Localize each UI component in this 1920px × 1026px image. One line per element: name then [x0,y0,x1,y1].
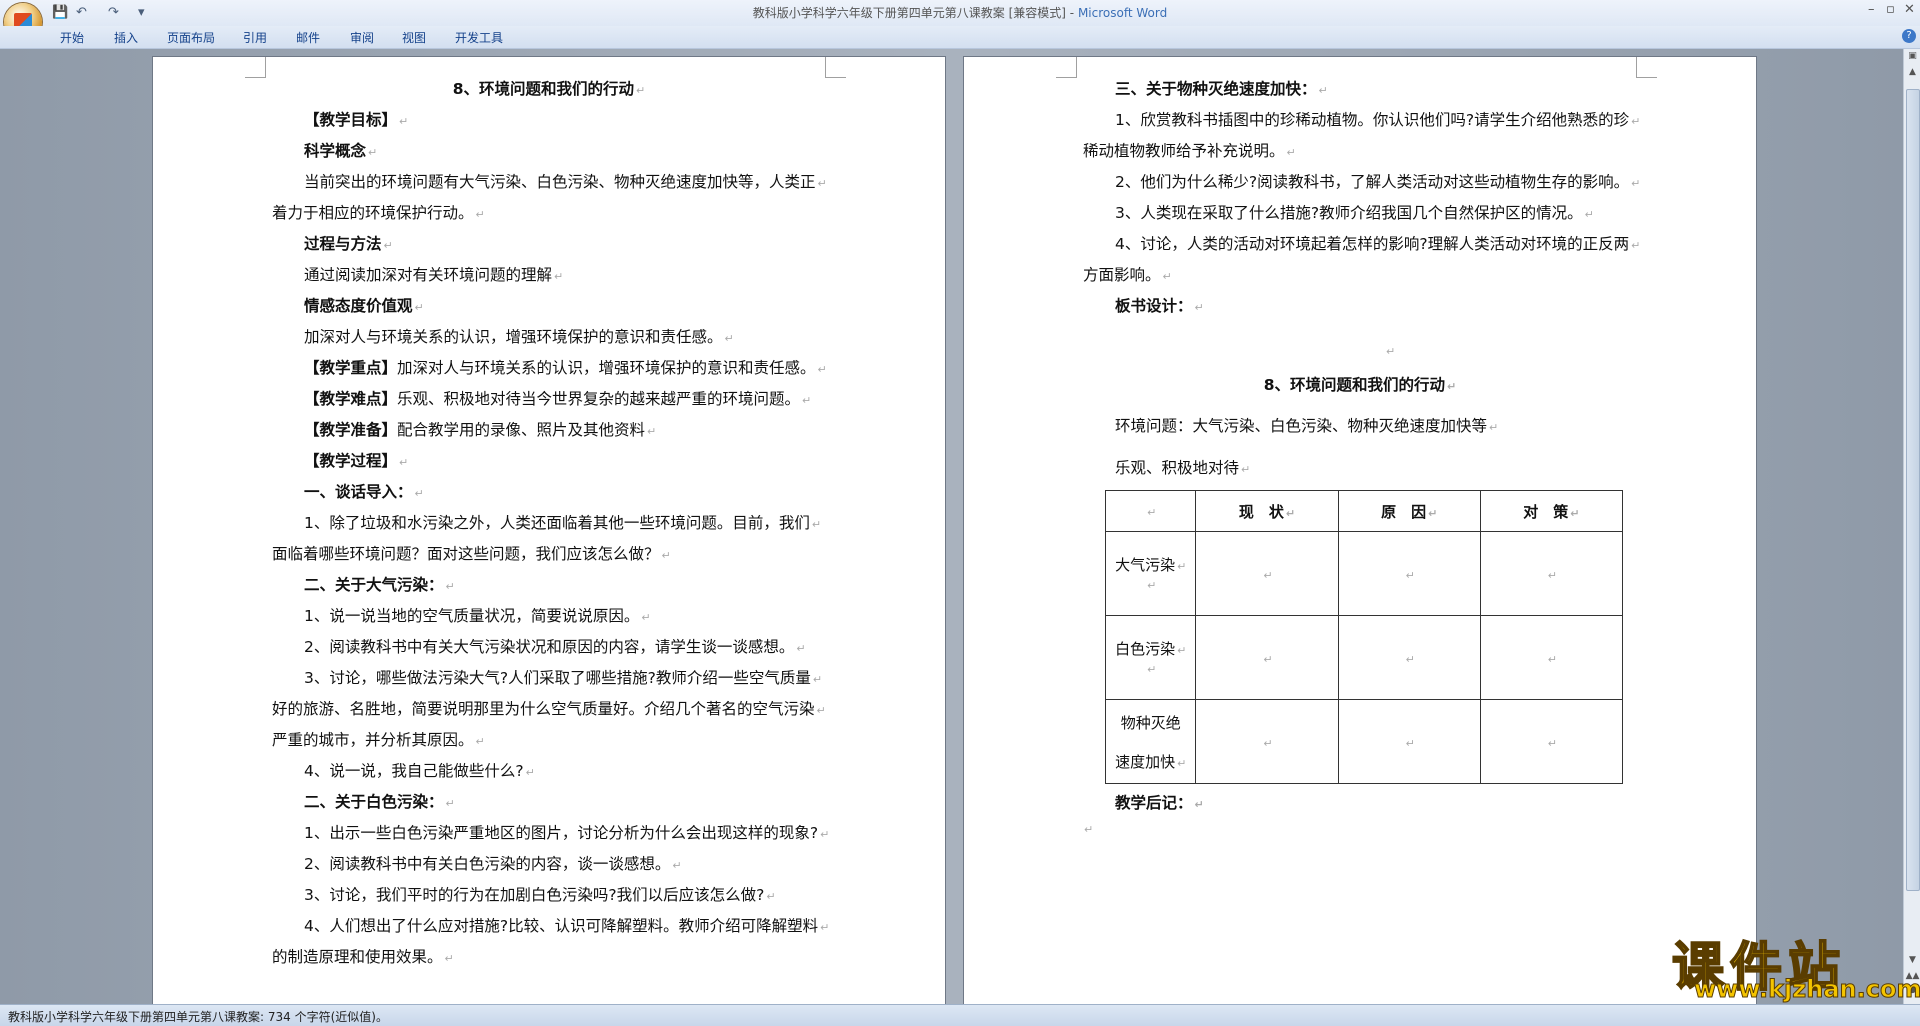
tab-review[interactable]: 审阅 [350,29,374,46]
paragraph-line: 8、环境问题和我们的行动 ↵ [452,80,646,98]
paragraph-line: 2、阅读教科书中有关白色污染的内容，谈一谈感想。 ↵ [304,855,682,873]
crop-mark [825,57,846,78]
title-bar: 教科版小学科学六年级下册第四单元第八课教案 [兼容模式] - Microsoft… [0,0,1920,26]
paragraph-line: 加深对人与环境关系的认识，增强环境保护的意识和责任感。 ↵ [304,328,734,346]
paragraph-line: 着力于相应的环境保护行动。 ↵ [272,204,485,222]
ribbon-tabs: 开始 插入 页面布局 引用 邮件 审阅 视图 开发工具 ? [0,26,1920,49]
ruler-toggle-icon[interactable]: ▣ [1904,51,1920,65]
table-cell[interactable]: ↵ [1337,615,1481,700]
board-line-problems: 环境问题：大气污染、白色污染、物种灭绝速度加快等 ↵ [1115,417,1499,435]
paragraph-line: 面临着哪些环境问题？面对这些问题，我们应该怎么做？ ↵ [272,545,671,563]
paragraph-line: 1、除了垃圾和水污染之外，人类还面临着其他一些环境问题。目前，我们 ↵ [304,514,822,532]
paragraph-line: 一、谈话导入： ↵ [304,483,424,501]
paragraph-line: 1、欣赏教科书插图中的珍稀动植物。你认识他们吗?请学生介绍他熟悉的珍 ↵ [1115,111,1641,129]
scroll-up-icon[interactable]: ▲ [1904,67,1920,81]
table-row: 大气污染 ↵ ↵ ↵ ↵ ↵ [1104,531,1624,616]
paragraph-line: 当前突出的环境问题有大气污染、白色污染、物种灭绝速度加快等，人类正 ↵ [304,173,827,191]
undo-icon[interactable]: ↶ [76,5,87,21]
close-icon[interactable]: ✕ [1904,2,1915,17]
tab-developer[interactable]: 开发工具 [455,29,503,46]
document-page-2[interactable]: 三、关于物种灭绝速度加快： ↵ 1、欣赏教科书插图中的珍稀动植物。你认识他们吗?请学… [964,57,1756,1004]
paragraph-line: 3、讨论，哪些做法污染大气?人们采取了哪些措施?教师介绍一些空气质量 ↵ [304,669,823,687]
crop-mark [1056,57,1077,78]
table-header-cell: ↵ [1104,490,1197,532]
paragraph-line: 3、讨论，我们平时的行为在加剧白色污染吗?我们以后应该怎么做? ↵ [304,886,776,904]
paragraph-line: 1、出示一些白色污染严重地区的图片，讨论分析为什么会出现这样的现象? ↵ [304,824,830,842]
status-bar: 教科版小学科学六年级下册第四单元第八课教案: 734 个字符(近似值)。 [0,1004,1920,1026]
paragraph-line: 【教学准备】配合教学用的录像、照片及其他资料 ↵ [304,421,657,439]
tab-view[interactable]: 视图 [402,29,426,46]
table-cell[interactable]: ↵ [1195,699,1339,784]
tab-page-layout[interactable]: 页面布局 [167,29,215,46]
minimize-icon[interactable]: – [1868,2,1875,17]
paragraph-line: 三、关于物种灭绝速度加快： ↵ [1115,80,1328,98]
paragraph-line: 板书设计： ↵ [1115,297,1204,315]
table-header-cell: 原 因 ↵ [1337,490,1481,532]
paragraph-line: 【教学重点】加深对人与环境关系的认识，增强环境保护的意识和责任感。 ↵ [304,359,827,377]
paragraph-line: 的制造原理和使用效果。 ↵ [272,948,454,966]
customize-icon[interactable]: ▾ [138,5,145,21]
paragraph-line: 科学概念 ↵ [304,142,378,160]
empty-paragraph: ↵ [1084,823,1094,836]
table-row-label: 物种灭绝 速度加快 ↵ [1104,699,1197,784]
table-cell[interactable]: ↵ [1479,615,1624,700]
vertical-scrollbar[interactable]: ▣ ▲ ▼ ▲▲ ● [1903,49,1920,1004]
board-table: ↵ 现 状 ↵ 原 因 ↵ 对 策 ↵ 大气污染 ↵ ↵ ↵ ↵ ↵ 白色污染 ↵ ↵ ↵ ↵… [1104,490,1624,784]
paragraph-line: 4、人们想出了什么应对措施?比较、认识可降解塑料。教师介绍可降解塑料 ↵ [304,917,830,935]
table-cell[interactable]: ↵ [1337,531,1481,616]
table-cell[interactable]: ↵ [1195,615,1339,700]
board-line-attitude: 乐观、积极地对待 ↵ [1115,459,1251,477]
document-page-1[interactable]: 8、环境问题和我们的行动 ↵ 【教学目标】 ↵ 科学概念 ↵ 当前突出的环境问题有大气污染、… [153,57,945,1004]
paragraph-line: 【教学过程】 ↵ [304,452,409,470]
crop-mark [245,57,266,78]
paragraph-line: 3、人类现在采取了什么措施?教师介绍我国几个自然保护区的情况。 ↵ [1115,204,1594,222]
status-text: 教科版小学科学六年级下册第四单元第八课教案: 734 个字符(近似值)。 [8,1010,388,1024]
table-row: 物种灭绝 速度加快 ↵ ↵ ↵ ↵ [1104,699,1624,784]
table-cell[interactable]: ↵ [1337,699,1481,784]
tab-mailings[interactable]: 邮件 [296,29,320,46]
paragraph-line: 4、说一说，我自己能做些什么? ↵ [304,762,535,780]
table-cell[interactable]: ↵ [1479,699,1624,784]
paragraph-line: 4、讨论，人类的活动对环境起着怎样的影响?理解人类活动对环境的正反两 ↵ [1115,235,1641,253]
paragraph-line: 过程与方法 ↵ [304,235,393,253]
tab-home[interactable]: 开始 [60,29,84,46]
postscript-heading: 教学后记： ↵ [1115,794,1204,812]
scrollbar-thumb[interactable] [1906,89,1920,891]
paragraph-line: 严重的城市，并分析其原因。 ↵ [272,731,485,749]
table-header-row: ↵ 现 状 ↵ 原 因 ↵ 对 策 ↵ [1104,490,1624,532]
paragraph-line: 二、关于白色污染： ↵ [304,793,455,811]
window-title: 教科版小学科学六年级下册第四单元第八课教案 [兼容模式] - Microsoft… [752,6,1168,20]
paragraph-line: 稀动植物教师给予补充说明。 ↵ [1083,142,1296,160]
help-icon[interactable]: ? [1902,29,1916,43]
table-row: 白色污染 ↵ ↵ ↵ ↵ ↵ [1104,615,1624,700]
paragraph-line: 好的旅游、名胜地，简要说明那里为什么空气质量好。介绍几个著名的空气污染 ↵ [272,700,826,718]
paragraph-line: 1、说一说当地的空气质量状况，简要说说原因。 ↵ [304,607,651,625]
table-row-label: 白色污染 ↵ ↵ [1104,615,1197,700]
table-cell[interactable]: ↵ [1479,531,1624,616]
table-cell[interactable]: ↵ [1195,531,1339,616]
watermark-url: www.kjzhan.com [1693,975,1920,1004]
paragraph-line: 方面影响。 ↵ [1083,266,1172,284]
paragraph-line: 【教学目标】 ↵ [304,111,409,129]
restore-icon[interactable]: ▫ [1886,2,1895,17]
empty-paragraph: ↵ [1386,345,1396,358]
paragraph-line: 通过阅读加深对有关环境问题的理解 ↵ [304,266,564,284]
paragraph-line: 2、他们为什么稀少?阅读教科书，了解人类活动对这些动植物生存的影响。 ↵ [1115,173,1641,191]
watermark-logo: 课件站 www.kjzhan.com [1666,925,1920,1005]
paragraph-line: 二、关于大气污染： ↵ [304,576,455,594]
table-header-cell: 现 状 ↵ [1195,490,1339,532]
tab-insert[interactable]: 插入 [114,29,138,46]
paragraph-line: 2、阅读教科书中有关大气污染状况和原因的内容，请学生谈一谈感想。 ↵ [304,638,806,656]
paragraph-line: 情感态度价值观 ↵ [304,297,424,315]
paragraph-line: 【教学难点】乐观、积极地对待当今世界复杂的越来越严重的环境问题。 ↵ [304,390,812,408]
table-row-label: 大气污染 ↵ ↵ [1104,531,1197,616]
crop-mark [1636,57,1657,78]
redo-icon[interactable]: ↷ [108,5,119,21]
save-icon[interactable]: 💾 [52,5,68,21]
tab-references[interactable]: 引用 [243,29,267,46]
board-title: 8、环境问题和我们的行动 ↵ [1263,376,1457,394]
table-header-cell: 对 策 ↵ [1479,490,1624,532]
